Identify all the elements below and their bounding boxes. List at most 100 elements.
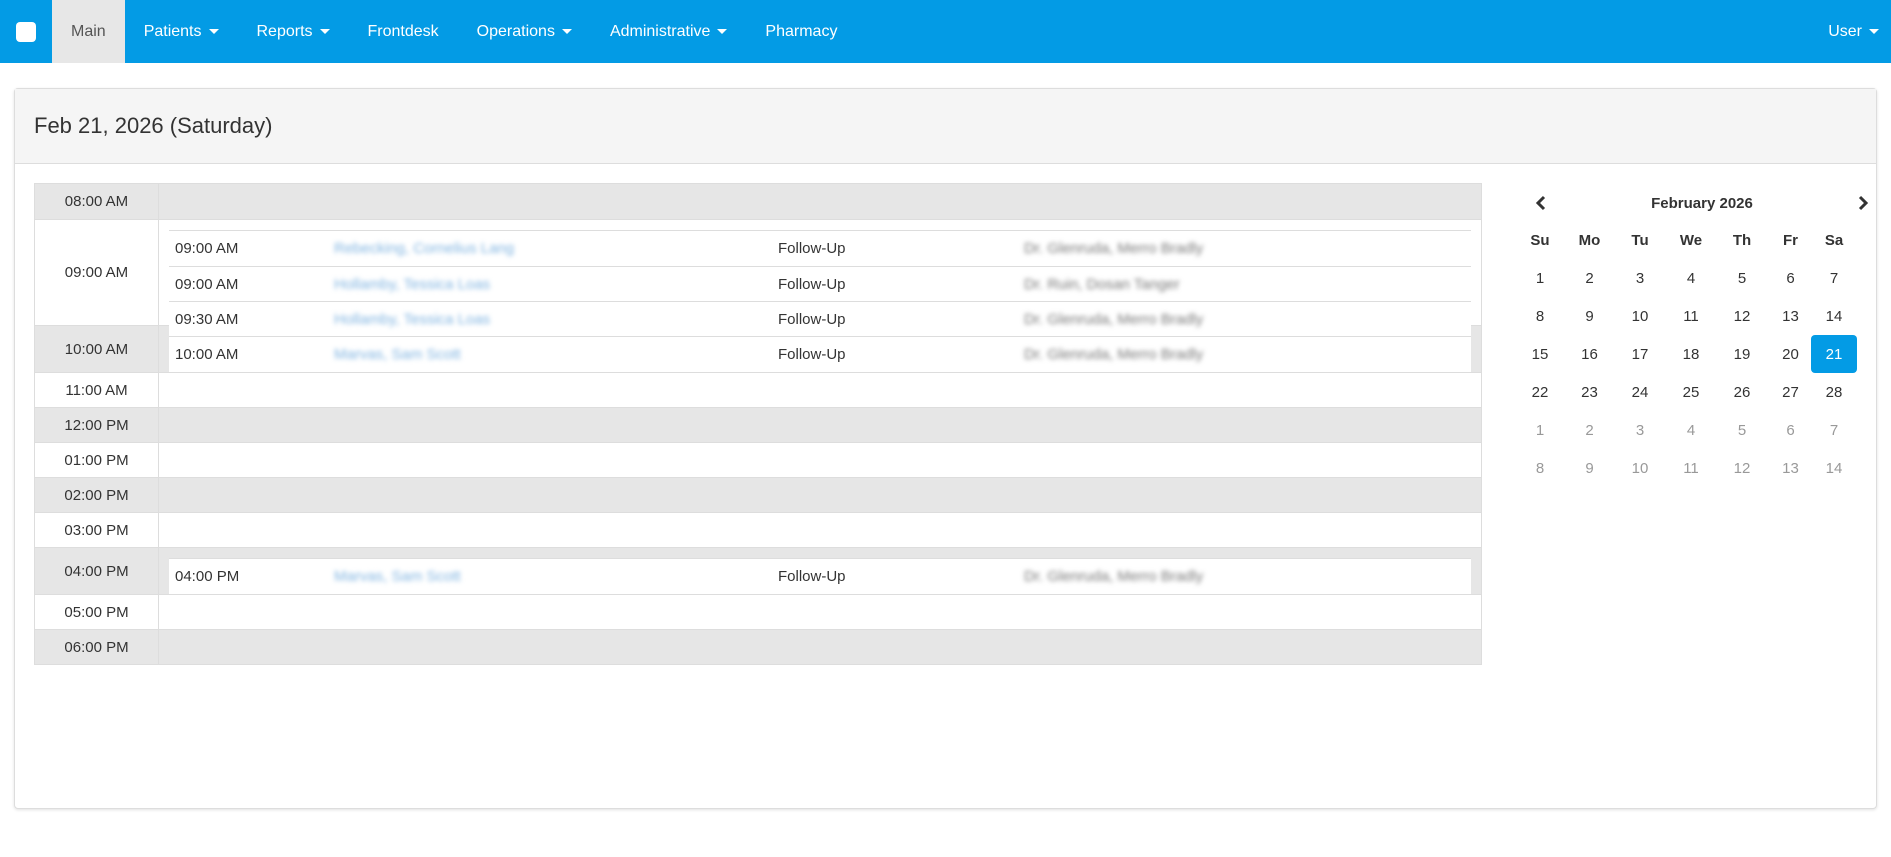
patient-name-link[interactable]: Hollamby, Tessica Loas bbox=[334, 276, 778, 293]
hour-slot[interactable] bbox=[159, 478, 1481, 512]
hour-label: 11:00 AM bbox=[35, 373, 159, 407]
calendar-day[interactable]: 1 bbox=[1513, 411, 1567, 449]
calendar-day[interactable]: 18 bbox=[1668, 335, 1714, 373]
calendar-day[interactable]: 25 bbox=[1668, 373, 1714, 411]
calendar-day[interactable]: 13 bbox=[1770, 297, 1811, 335]
calendar-day[interactable]: 4 bbox=[1668, 259, 1714, 297]
calendar-day[interactable]: 4 bbox=[1668, 411, 1714, 449]
provider-name: Dr. Glenruda, Merro Bradly bbox=[1024, 568, 1204, 585]
patient-name-link[interactable]: Hollamby, Tessica Loas bbox=[334, 311, 778, 328]
hour-slot[interactable]: 10:00 AM Marvas, Sam Scott Follow-Up Dr. Gl… bbox=[159, 326, 1481, 373]
caret-down-icon bbox=[561, 29, 572, 34]
calendar-day[interactable]: 7 bbox=[1811, 411, 1857, 449]
weekday-header: Tu bbox=[1631, 231, 1649, 249]
calendar-day[interactable]: 14 bbox=[1811, 297, 1857, 335]
appointment-row[interactable]: 09:00 AM Hollamby, Tessica Loas Follow-Up D… bbox=[169, 266, 1471, 301]
calendar-day[interactable]: 6 bbox=[1770, 411, 1811, 449]
calendar-day[interactable]: 1 bbox=[1513, 259, 1567, 297]
brand-logo[interactable] bbox=[0, 0, 52, 63]
hour-slot[interactable] bbox=[159, 373, 1481, 407]
hour-row: 12:00 PM bbox=[35, 407, 1481, 442]
calendar-day[interactable]: 6 bbox=[1770, 259, 1811, 297]
hour-slot[interactable] bbox=[159, 513, 1481, 547]
hour-row: 05:00 PM bbox=[35, 594, 1481, 629]
nav-item-administrative[interactable]: Administrative bbox=[591, 0, 746, 63]
calendar-day[interactable]: 9 bbox=[1567, 449, 1612, 487]
nav-item-label: Pharmacy bbox=[765, 22, 838, 40]
calendar-day-selected[interactable]: 21 bbox=[1811, 335, 1857, 373]
nav-item-operations[interactable]: Operations bbox=[458, 0, 591, 63]
hour-slot[interactable]: 04:00 PM Marvas, Sam Scott Follow-Up Dr. Gl… bbox=[159, 548, 1481, 595]
calendar-day[interactable]: 11 bbox=[1668, 297, 1714, 335]
hour-slot[interactable] bbox=[159, 184, 1481, 219]
calendar-day[interactable]: 10 bbox=[1612, 449, 1668, 487]
calendar-day[interactable]: 5 bbox=[1714, 411, 1770, 449]
hour-label: 09:00 AM bbox=[35, 220, 159, 325]
calendar-day[interactable]: 12 bbox=[1714, 297, 1770, 335]
nav-item-label: Frontdesk bbox=[367, 22, 439, 40]
calendar-day[interactable]: 17 bbox=[1612, 335, 1668, 373]
calendar-day[interactable]: 23 bbox=[1567, 373, 1612, 411]
hour-row: 02:00 PM bbox=[35, 477, 1481, 512]
calendar-day[interactable]: 3 bbox=[1612, 259, 1668, 297]
calendar-day[interactable]: 10 bbox=[1612, 297, 1668, 335]
calendar-day[interactable]: 27 bbox=[1770, 373, 1811, 411]
calendar-day[interactable]: 7 bbox=[1811, 259, 1857, 297]
weekday-header: Sa bbox=[1824, 231, 1844, 249]
appointment-time: 09:00 AM bbox=[175, 275, 239, 293]
calendar-day[interactable]: 20 bbox=[1770, 335, 1811, 373]
hour-row: 04:00 PM 04:00 PM Marvas, Sam Scott Follow-… bbox=[35, 547, 1481, 595]
hour-slot[interactable] bbox=[159, 630, 1481, 664]
calendar-day[interactable]: 3 bbox=[1612, 411, 1668, 449]
provider-name: Dr. Glenruda, Merro Bradly bbox=[1024, 240, 1204, 257]
calendar-day[interactable]: 28 bbox=[1811, 373, 1857, 411]
nav-item-reports[interactable]: Reports bbox=[238, 0, 349, 63]
hour-row: 01:00 PM bbox=[35, 442, 1481, 477]
hour-slot[interactable] bbox=[159, 595, 1481, 629]
calendar-day[interactable]: 2 bbox=[1567, 259, 1612, 297]
appointment-time: 10:00 AM bbox=[175, 346, 239, 363]
appointment-row[interactable]: 10:00 AM Marvas, Sam Scott Follow-Up Dr. Gl… bbox=[169, 337, 1471, 372]
appointment-time: 09:30 AM bbox=[175, 310, 239, 328]
calendar-day[interactable]: 22 bbox=[1513, 373, 1567, 411]
chevron-right-icon[interactable] bbox=[1835, 195, 1891, 211]
calendar-header: February 2026 bbox=[1513, 185, 1891, 221]
appointment-row[interactable]: 04:00 PM Marvas, Sam Scott Follow-Up Dr. Gl… bbox=[169, 559, 1471, 594]
hour-slot[interactable]: 09:00 AM Rebecking, Cornelius Lang Follow-… bbox=[159, 220, 1481, 337]
calendar-day[interactable]: 2 bbox=[1567, 411, 1612, 449]
nav-item-main[interactable]: Main bbox=[52, 0, 125, 63]
patient-name-link[interactable]: Rebecking, Cornelius Lang bbox=[334, 240, 778, 257]
appointment-time: 04:00 PM bbox=[175, 568, 240, 585]
calendar-day[interactable]: 16 bbox=[1567, 335, 1612, 373]
calendar-day[interactable]: 8 bbox=[1513, 449, 1567, 487]
patient-name-link[interactable]: Marvas, Sam Scott bbox=[334, 568, 778, 585]
calendar-day[interactable]: 19 bbox=[1714, 335, 1770, 373]
hour-row: 03:00 PM bbox=[35, 512, 1481, 547]
appointment-row[interactable]: 09:00 AM Rebecking, Cornelius Lang Follow-… bbox=[169, 231, 1471, 266]
calendar-day[interactable]: 24 bbox=[1612, 373, 1668, 411]
caret-down-icon bbox=[208, 29, 219, 34]
appointment-time: 09:00 AM bbox=[175, 240, 239, 257]
calendar-day[interactable]: 14 bbox=[1811, 449, 1857, 487]
calendar-day[interactable]: 9 bbox=[1567, 297, 1612, 335]
calendar-day[interactable]: 8 bbox=[1513, 297, 1567, 335]
nav-item-pharmacy[interactable]: Pharmacy bbox=[746, 0, 856, 63]
calendar-day[interactable]: 12 bbox=[1714, 449, 1770, 487]
calendar-day[interactable]: 11 bbox=[1668, 449, 1714, 487]
nav-item-patients[interactable]: Patients bbox=[125, 0, 238, 63]
chevron-left-icon[interactable] bbox=[1513, 195, 1569, 211]
hour-slot[interactable] bbox=[159, 408, 1481, 442]
weekday-header: Su bbox=[1530, 231, 1550, 249]
nav-item-label: Administrative bbox=[609, 22, 711, 40]
calendar-day[interactable]: 26 bbox=[1714, 373, 1770, 411]
user-menu[interactable]: User bbox=[1809, 0, 1891, 63]
nav-item-frontdesk[interactable]: Frontdesk bbox=[349, 0, 458, 63]
calendar-day[interactable]: 15 bbox=[1513, 335, 1567, 373]
appointment-type: Follow-Up bbox=[778, 310, 846, 328]
calendar-day[interactable]: 5 bbox=[1714, 259, 1770, 297]
hour-slot[interactable] bbox=[159, 443, 1481, 477]
patient-name-link[interactable]: Marvas, Sam Scott bbox=[334, 346, 778, 363]
calendar-day[interactable]: 13 bbox=[1770, 449, 1811, 487]
calendar-month-title: February 2026 bbox=[1651, 194, 1753, 212]
user-menu-label: User bbox=[1828, 22, 1862, 40]
